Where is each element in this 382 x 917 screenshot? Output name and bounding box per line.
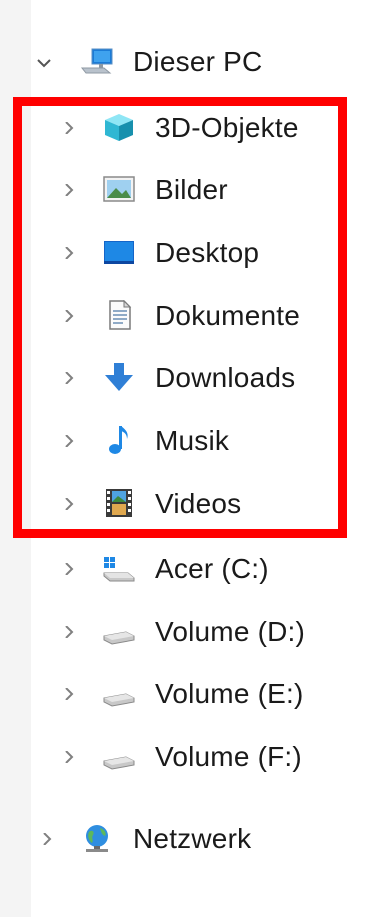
this-pc-icon xyxy=(80,48,113,74)
tree-item-documents[interactable]: Dokumente xyxy=(0,285,382,347)
tree-item-network[interactable]: Netzwerk xyxy=(0,808,382,870)
chevron-right-icon[interactable] xyxy=(63,688,75,700)
windows-drive-icon xyxy=(103,557,135,582)
tree-item-label: Dokumente xyxy=(155,300,300,331)
tree-item-label: Volume (F:) xyxy=(155,741,302,772)
tree-item-label: Volume (E:) xyxy=(155,678,304,709)
chevron-right-icon[interactable] xyxy=(63,435,75,447)
3d-objects-icon xyxy=(105,114,133,141)
music-icon xyxy=(109,426,128,454)
desktop-icon xyxy=(104,241,134,264)
tree-item-desktop[interactable]: Desktop xyxy=(0,222,382,284)
tree-item-label: Desktop xyxy=(155,237,260,268)
chevron-right-icon[interactable] xyxy=(63,247,75,259)
pictures-icon xyxy=(103,176,135,202)
tree-item-label: Dieser PC xyxy=(133,46,263,77)
documents-icon xyxy=(109,300,132,330)
tree-item-downloads[interactable]: Downloads xyxy=(0,347,382,409)
tree-item-label: Volume (D:) xyxy=(155,616,306,647)
tree-item-drive-c[interactable]: Acer (C:) xyxy=(0,538,382,600)
drive-icon xyxy=(103,631,135,645)
tree-item-music[interactable]: Musik xyxy=(0,410,382,472)
network-icon xyxy=(86,825,108,852)
tree-item-label: Netzwerk xyxy=(133,823,252,854)
downloads-icon xyxy=(105,363,133,391)
chevron-right-icon[interactable] xyxy=(63,563,75,575)
drive-icon xyxy=(103,693,135,707)
tree-item-label: Musik xyxy=(155,425,230,456)
chevron-right-icon[interactable] xyxy=(63,184,75,196)
chevron-right-icon[interactable] xyxy=(63,751,75,763)
tree-item-drive-d[interactable]: Volume (D:) xyxy=(0,601,382,663)
tree-item-label: 3D-Objekte xyxy=(155,112,299,143)
chevron-right-icon[interactable] xyxy=(63,626,75,638)
tree-item-label: Bilder xyxy=(155,174,228,205)
chevron-right-icon[interactable] xyxy=(41,833,53,845)
tree-item-label: Videos xyxy=(155,488,242,519)
tree-item-videos[interactable]: Videos xyxy=(0,473,382,535)
tree-item-label: Downloads xyxy=(155,362,296,393)
tree-item-drive-f[interactable]: Volume (F:) xyxy=(0,726,382,788)
tree-item-this-pc[interactable]: Dieser PC xyxy=(0,31,382,93)
chevron-right-icon[interactable] xyxy=(63,372,75,384)
drive-icon xyxy=(103,756,135,770)
chevron-right-icon[interactable] xyxy=(63,498,75,510)
chevron-down-icon[interactable] xyxy=(37,58,51,68)
videos-icon xyxy=(106,489,132,517)
tree-item-label: Acer (C:) xyxy=(155,553,269,584)
tree-item-3d-objects[interactable]: 3D-Objekte xyxy=(0,97,382,159)
chevron-right-icon[interactable] xyxy=(63,122,75,134)
tree-item-drive-e[interactable]: Volume (E:) xyxy=(0,663,382,725)
chevron-right-icon[interactable] xyxy=(63,310,75,322)
tree-item-pictures[interactable]: Bilder xyxy=(0,159,382,221)
